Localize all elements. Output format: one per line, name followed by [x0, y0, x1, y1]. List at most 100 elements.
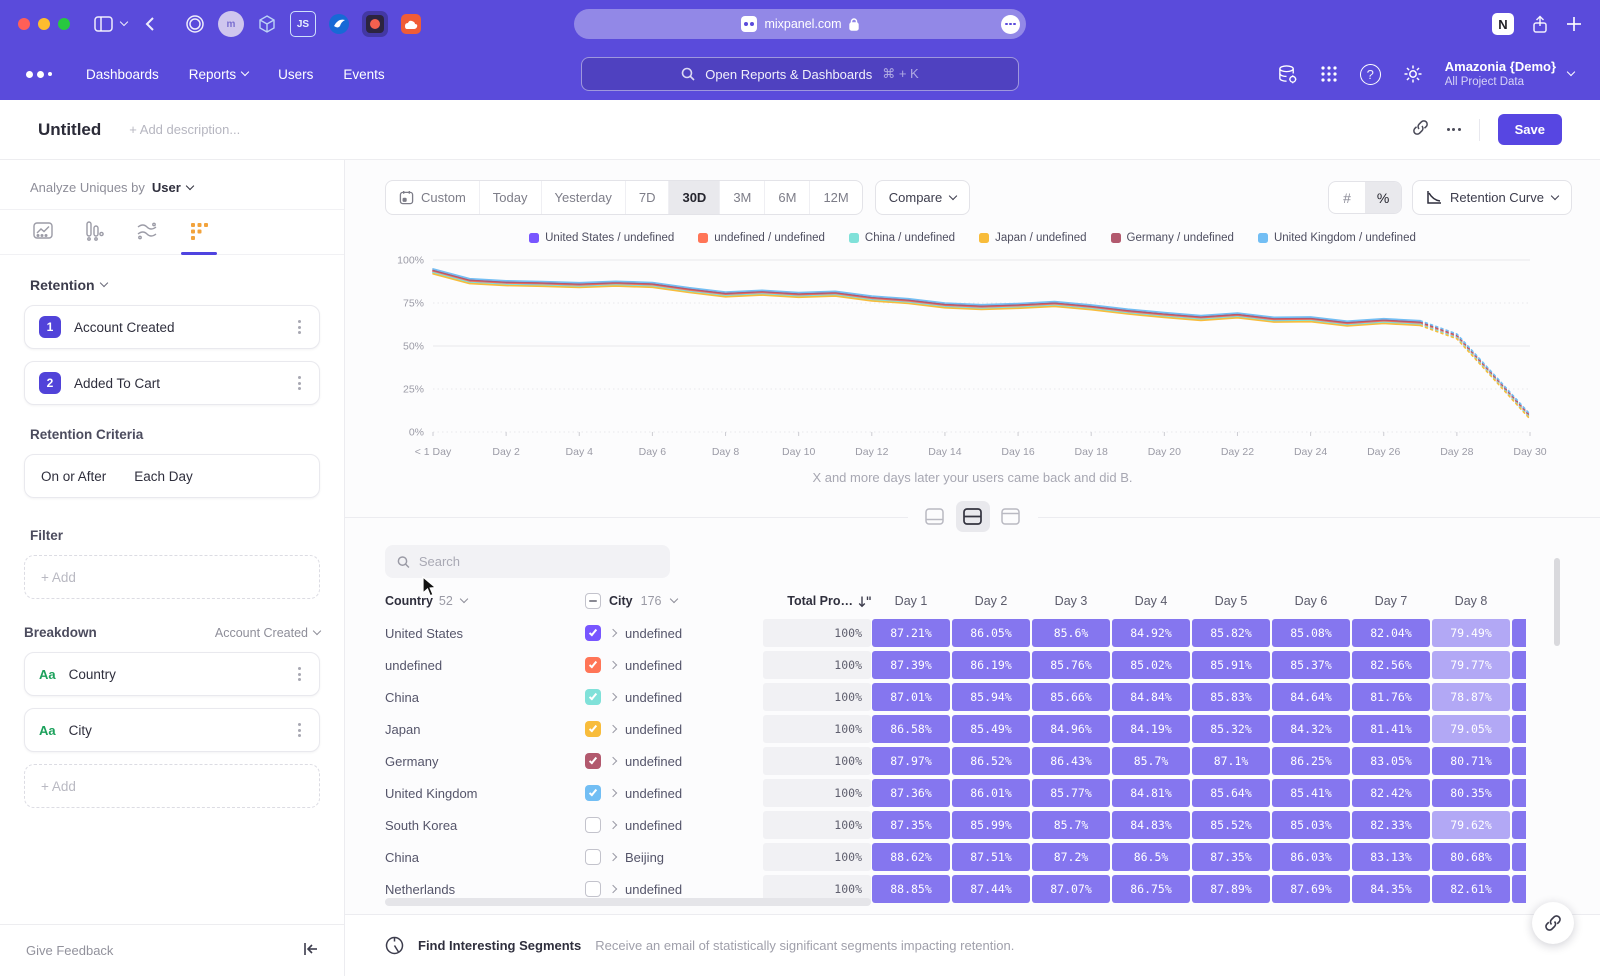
- day-cell[interactable]: 81.41%: [1352, 715, 1430, 743]
- nav-item-users[interactable]: Users: [278, 67, 313, 82]
- nav-item-dashboards[interactable]: Dashboards: [86, 67, 159, 82]
- day-cell[interactable]: 82.04%: [1352, 619, 1430, 647]
- breakdown-scope-dropdown[interactable]: Account Created: [215, 626, 320, 640]
- day-column-header[interactable]: Day 1: [871, 594, 951, 608]
- layout-chart-focus-button[interactable]: [918, 501, 952, 532]
- range-button-3m[interactable]: 3M: [719, 181, 764, 214]
- more-actions-icon[interactable]: [1447, 128, 1461, 131]
- day-cell[interactable]: 85.03%: [1272, 811, 1350, 839]
- retention-section-label[interactable]: Retention: [30, 277, 320, 293]
- cell-country[interactable]: Netherlands: [385, 882, 585, 897]
- day-cell[interactable]: 86.43%: [1032, 747, 1110, 775]
- row-checkbox[interactable]: [585, 657, 601, 673]
- project-switcher[interactable]: Amazonia {Demo} All Project Data: [1445, 59, 1574, 90]
- range-button-30d[interactable]: 30D: [668, 181, 719, 214]
- day-cell[interactable]: 87.39%: [872, 651, 950, 679]
- day-column-header[interactable]: Day 5: [1191, 594, 1271, 608]
- day-cell[interactable]: 87.07%: [1032, 875, 1110, 903]
- column-header-total[interactable]: Total Pro…: [763, 594, 871, 608]
- day-cell[interactable]: 86.52%: [952, 747, 1030, 775]
- select-all-checkbox[interactable]: [585, 593, 601, 609]
- help-icon[interactable]: ?: [1360, 64, 1381, 85]
- day-column-header[interactable]: Day 7: [1351, 594, 1431, 608]
- legend-item[interactable]: Japan / undefined: [979, 232, 1086, 244]
- absolute-toggle-button[interactable]: #: [1329, 182, 1365, 213]
- day-cell[interactable]: 84.64%: [1272, 683, 1350, 711]
- day-cell[interactable]: 84.96%: [1032, 715, 1110, 743]
- day-cell[interactable]: 85.91%: [1192, 651, 1270, 679]
- day-cell[interactable]: 83.05%: [1352, 747, 1430, 775]
- new-tab-icon[interactable]: [1566, 16, 1582, 32]
- expand-chevron-icon[interactable]: [609, 757, 617, 765]
- breakdown-card-city[interactable]: Aa City: [24, 708, 320, 752]
- tab-retention[interactable]: [186, 220, 212, 242]
- back-icon[interactable]: [145, 16, 155, 32]
- day-cell[interactable]: 85.08%: [1272, 619, 1350, 647]
- expand-chevron-icon[interactable]: [609, 629, 617, 637]
- tab-flows[interactable]: [134, 220, 160, 242]
- apps-grid-icon[interactable]: [1320, 65, 1338, 83]
- day-cell[interactable]: 86.25%: [1272, 747, 1350, 775]
- layout-split-button[interactable]: [956, 501, 990, 532]
- day-cell[interactable]: 80.68%: [1432, 843, 1510, 871]
- day-cell[interactable]: 87.69%: [1272, 875, 1350, 903]
- day-cell[interactable]: 79.05%: [1432, 715, 1510, 743]
- extension-loom-icon[interactable]: [362, 11, 388, 37]
- cell-country[interactable]: China: [385, 690, 585, 705]
- legend-item[interactable]: United Kingdom / undefined: [1258, 232, 1416, 244]
- extension-m-icon[interactable]: m: [218, 11, 244, 37]
- day-cell[interactable]: 82.42%: [1352, 779, 1430, 807]
- day-cell[interactable]: 88.85%: [872, 875, 950, 903]
- day-cell[interactable]: 87.1%: [1192, 747, 1270, 775]
- day-cell[interactable]: 86.75%: [1112, 875, 1190, 903]
- day-cell[interactable]: 84.19%: [1112, 715, 1190, 743]
- row-checkbox[interactable]: [585, 721, 601, 737]
- row-checkbox[interactable]: [585, 817, 601, 833]
- day-cell[interactable]: 88.62%: [872, 843, 950, 871]
- day-cell[interactable]: 81.76%: [1352, 683, 1430, 711]
- range-button-today[interactable]: Today: [479, 181, 541, 214]
- extension-js-icon[interactable]: JS: [290, 11, 316, 37]
- day-cell[interactable]: 85.6%: [1032, 619, 1110, 647]
- day-cell[interactable]: 85.76%: [1032, 651, 1110, 679]
- range-button-custom[interactable]: Custom: [386, 181, 479, 214]
- day-column-header[interactable]: Day 2: [951, 594, 1031, 608]
- traffic-maximize-button[interactable]: [58, 18, 70, 30]
- day-cell[interactable]: 85.83%: [1192, 683, 1270, 711]
- filter-add-button[interactable]: + Add: [24, 555, 320, 599]
- day-cell[interactable]: 79.49%: [1432, 619, 1510, 647]
- day-cell[interactable]: 86.19%: [952, 651, 1030, 679]
- table-search[interactable]: [385, 545, 670, 578]
- legend-item[interactable]: United States / undefined: [529, 232, 674, 244]
- row-checkbox[interactable]: [585, 881, 601, 897]
- day-column-header[interactable]: Day 8: [1431, 594, 1511, 608]
- data-management-icon[interactable]: [1277, 64, 1298, 85]
- day-cell[interactable]: 84.81%: [1112, 779, 1190, 807]
- breakdown-options-kebab-icon[interactable]: [294, 663, 305, 685]
- report-title[interactable]: Untitled: [38, 120, 101, 140]
- day-cell[interactable]: 86.03%: [1272, 843, 1350, 871]
- vertical-scrollbar[interactable]: [1554, 558, 1560, 646]
- horizontal-scrollbar[interactable]: [385, 898, 871, 906]
- breakdown-add-button[interactable]: + Add: [24, 764, 320, 808]
- day-column-header[interactable]: Day 4: [1111, 594, 1191, 608]
- row-checkbox[interactable]: [585, 689, 601, 705]
- day-cell[interactable]: 87.44%: [952, 875, 1030, 903]
- analyze-value-dropdown[interactable]: User: [152, 180, 193, 195]
- day-cell[interactable]: 85.7%: [1112, 747, 1190, 775]
- settings-gear-icon[interactable]: [1403, 64, 1423, 84]
- legend-item[interactable]: China / undefined: [849, 232, 955, 244]
- day-cell[interactable]: 85.94%: [952, 683, 1030, 711]
- event-card-account-created[interactable]: 1 Account Created: [24, 305, 320, 349]
- segments-title[interactable]: Find Interesting Segments: [418, 938, 581, 953]
- percent-toggle-button[interactable]: %: [1365, 182, 1401, 213]
- sidebar-toggle-icon[interactable]: [94, 16, 113, 32]
- global-search-button[interactable]: Open Reports & Dashboards ⌘ + K: [581, 57, 1019, 91]
- day-cell[interactable]: 86.05%: [952, 619, 1030, 647]
- table-search-input[interactable]: [419, 554, 658, 569]
- row-checkbox[interactable]: [585, 785, 601, 801]
- day-cell[interactable]: 87.89%: [1192, 875, 1270, 903]
- day-cell[interactable]: 85.77%: [1032, 779, 1110, 807]
- day-cell[interactable]: 82.33%: [1352, 811, 1430, 839]
- traffic-close-button[interactable]: [18, 18, 30, 30]
